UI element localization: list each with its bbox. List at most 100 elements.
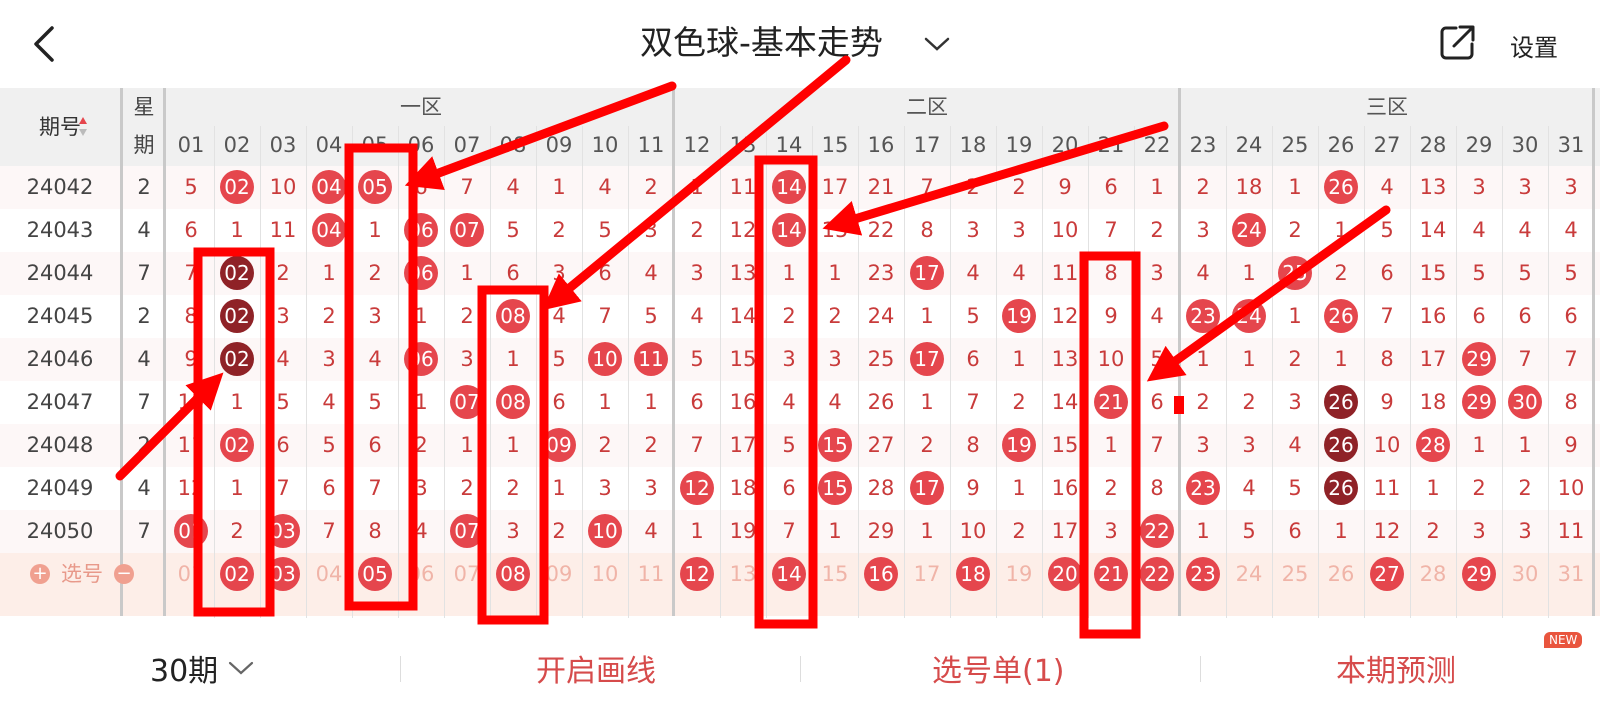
prediction-button[interactable]: 本期预测 <box>1336 646 1456 690</box>
miss-count-cell: 13 <box>1051 347 1079 371</box>
column-header[interactable]: 10 <box>582 126 628 164</box>
share-icon[interactable] <box>1438 22 1478 62</box>
selectable-number[interactable]: 07 <box>444 553 490 596</box>
column-header[interactable]: 25 <box>1272 126 1318 164</box>
selected-number-ball[interactable]: 16 <box>864 557 898 591</box>
selectable-number[interactable]: 10 <box>582 553 628 596</box>
column-header[interactable]: 29 <box>1456 126 1502 164</box>
selectable-number[interactable]: 25 <box>1272 553 1318 596</box>
selectable-number[interactable]: 11 <box>628 553 674 596</box>
selected-number-ball[interactable]: 14 <box>772 557 806 591</box>
column-header[interactable]: 27 <box>1364 126 1410 164</box>
selected-number-ball[interactable]: 20 <box>1048 557 1082 591</box>
column-header[interactable]: 30 <box>1502 126 1548 164</box>
column-header[interactable]: 19 <box>996 126 1042 164</box>
column-header[interactable]: 11 <box>628 126 674 164</box>
plus-circle-icon[interactable]: + <box>30 564 50 584</box>
selectable-number[interactable]: 24 <box>1226 553 1272 596</box>
column-header[interactable]: 16 <box>858 126 904 164</box>
miss-count-cell: 1 <box>1012 476 1026 500</box>
selected-number-ball[interactable]: 21 <box>1094 557 1128 591</box>
selectable-number[interactable]: 26 <box>1318 553 1364 596</box>
selected-number-ball[interactable]: 05 <box>358 557 392 591</box>
drawn-number-ball: 26 <box>1324 428 1358 462</box>
column-header[interactable]: 14 <box>766 126 812 164</box>
miss-count-cell: 3 <box>1196 218 1210 242</box>
draw-lines-button[interactable]: 开启画线 <box>536 646 656 690</box>
chevron-down-icon[interactable] <box>228 660 254 676</box>
selected-number-ball[interactable]: 29 <box>1462 557 1496 591</box>
column-header[interactable]: 07 <box>444 126 490 164</box>
settings-button[interactable]: 设置 <box>1510 28 1558 63</box>
drawn-number-ball: 11 <box>634 342 668 376</box>
selected-number-ball[interactable]: 22 <box>1140 557 1174 591</box>
miss-count-cell: 14 <box>1419 218 1447 242</box>
column-header[interactable]: 23 <box>1180 126 1226 164</box>
page-title[interactable]: 双色球-基本走势 <box>640 16 883 64</box>
weekday-cell: 2 <box>137 304 151 328</box>
column-header[interactable]: 04 <box>306 126 352 164</box>
selected-number-ball[interactable]: 23 <box>1186 557 1220 591</box>
column-header[interactable]: 02 <box>214 126 260 164</box>
selectable-number[interactable]: 19 <box>996 553 1042 596</box>
column-header[interactable]: 09 <box>536 126 582 164</box>
column-header[interactable]: 28 <box>1410 126 1456 164</box>
miss-count-cell: 2 <box>1196 390 1210 414</box>
miss-count-cell: 1 <box>598 390 612 414</box>
selectable-number[interactable]: 06 <box>398 553 444 596</box>
miss-count-cell: 11 <box>1051 261 1079 285</box>
miss-count-cell: 3 <box>644 476 658 500</box>
column-header[interactable]: 01 <box>168 126 214 164</box>
selectable-number[interactable]: 17 <box>904 553 950 596</box>
back-arrow-icon[interactable] <box>28 24 64 64</box>
column-header[interactable]: 20 <box>1042 126 1088 164</box>
minus-circle-icon[interactable]: − <box>114 564 134 584</box>
sort-icon[interactable] <box>78 116 88 138</box>
miss-count-cell: 2 <box>782 304 796 328</box>
selectable-number[interactable]: 04 <box>306 553 352 596</box>
selectable-number[interactable]: 28 <box>1410 553 1456 596</box>
miss-count-cell: 10 <box>959 519 987 543</box>
period-count-dropdown[interactable]: 30期 <box>150 646 218 690</box>
miss-count-cell: 11 <box>177 433 205 457</box>
selectable-number[interactable]: 01 <box>168 553 214 596</box>
selectable-number[interactable]: 15 <box>812 553 858 596</box>
selected-number-ball[interactable]: 03 <box>266 557 300 591</box>
miss-count-cell: 3 <box>782 347 796 371</box>
column-header[interactable]: 18 <box>950 126 996 164</box>
column-header[interactable]: 22 <box>1134 126 1180 164</box>
miss-count-cell: 28 <box>867 476 895 500</box>
selection-list-button[interactable]: 选号单(1) <box>932 646 1065 690</box>
selectable-number[interactable]: 31 <box>1548 553 1594 596</box>
column-header[interactable]: 05 <box>352 126 398 164</box>
selectable-number[interactable]: 13 <box>720 553 766 596</box>
period-header[interactable]: 期号 <box>0 88 120 166</box>
miss-count-cell: 1 <box>1288 175 1302 199</box>
miss-count-cell: 3 <box>828 347 842 371</box>
column-header[interactable]: 13 <box>720 126 766 164</box>
miss-count-cell: 3 <box>1196 433 1210 457</box>
column-header[interactable]: 03 <box>260 126 306 164</box>
period-cell: 24043 <box>26 218 94 242</box>
selectable-number[interactable]: 09 <box>536 553 582 596</box>
selectable-number[interactable]: 30 <box>1502 553 1548 596</box>
column-header[interactable]: 08 <box>490 126 536 164</box>
column-header[interactable]: 06 <box>398 126 444 164</box>
selected-number-ball[interactable]: 02 <box>220 557 254 591</box>
selected-number-ball[interactable]: 18 <box>956 557 990 591</box>
miss-count-cell: 25 <box>867 347 895 371</box>
column-header[interactable]: 31 <box>1548 126 1594 164</box>
column-header[interactable]: 15 <box>812 126 858 164</box>
miss-count-cell: 3 <box>1012 218 1026 242</box>
selected-number-ball[interactable]: 12 <box>680 557 714 591</box>
column-header[interactable]: 17 <box>904 126 950 164</box>
column-header[interactable]: 24 <box>1226 126 1272 164</box>
column-header[interactable]: 12 <box>674 126 720 164</box>
selected-number-ball[interactable]: 08 <box>496 557 530 591</box>
column-header[interactable]: 26 <box>1318 126 1364 164</box>
chevron-down-icon[interactable] <box>924 36 950 52</box>
miss-count-cell: 4 <box>1012 261 1026 285</box>
selected-number-ball[interactable]: 27 <box>1370 557 1404 591</box>
column-header[interactable]: 21 <box>1088 126 1134 164</box>
miss-count-cell: 7 <box>1380 304 1394 328</box>
